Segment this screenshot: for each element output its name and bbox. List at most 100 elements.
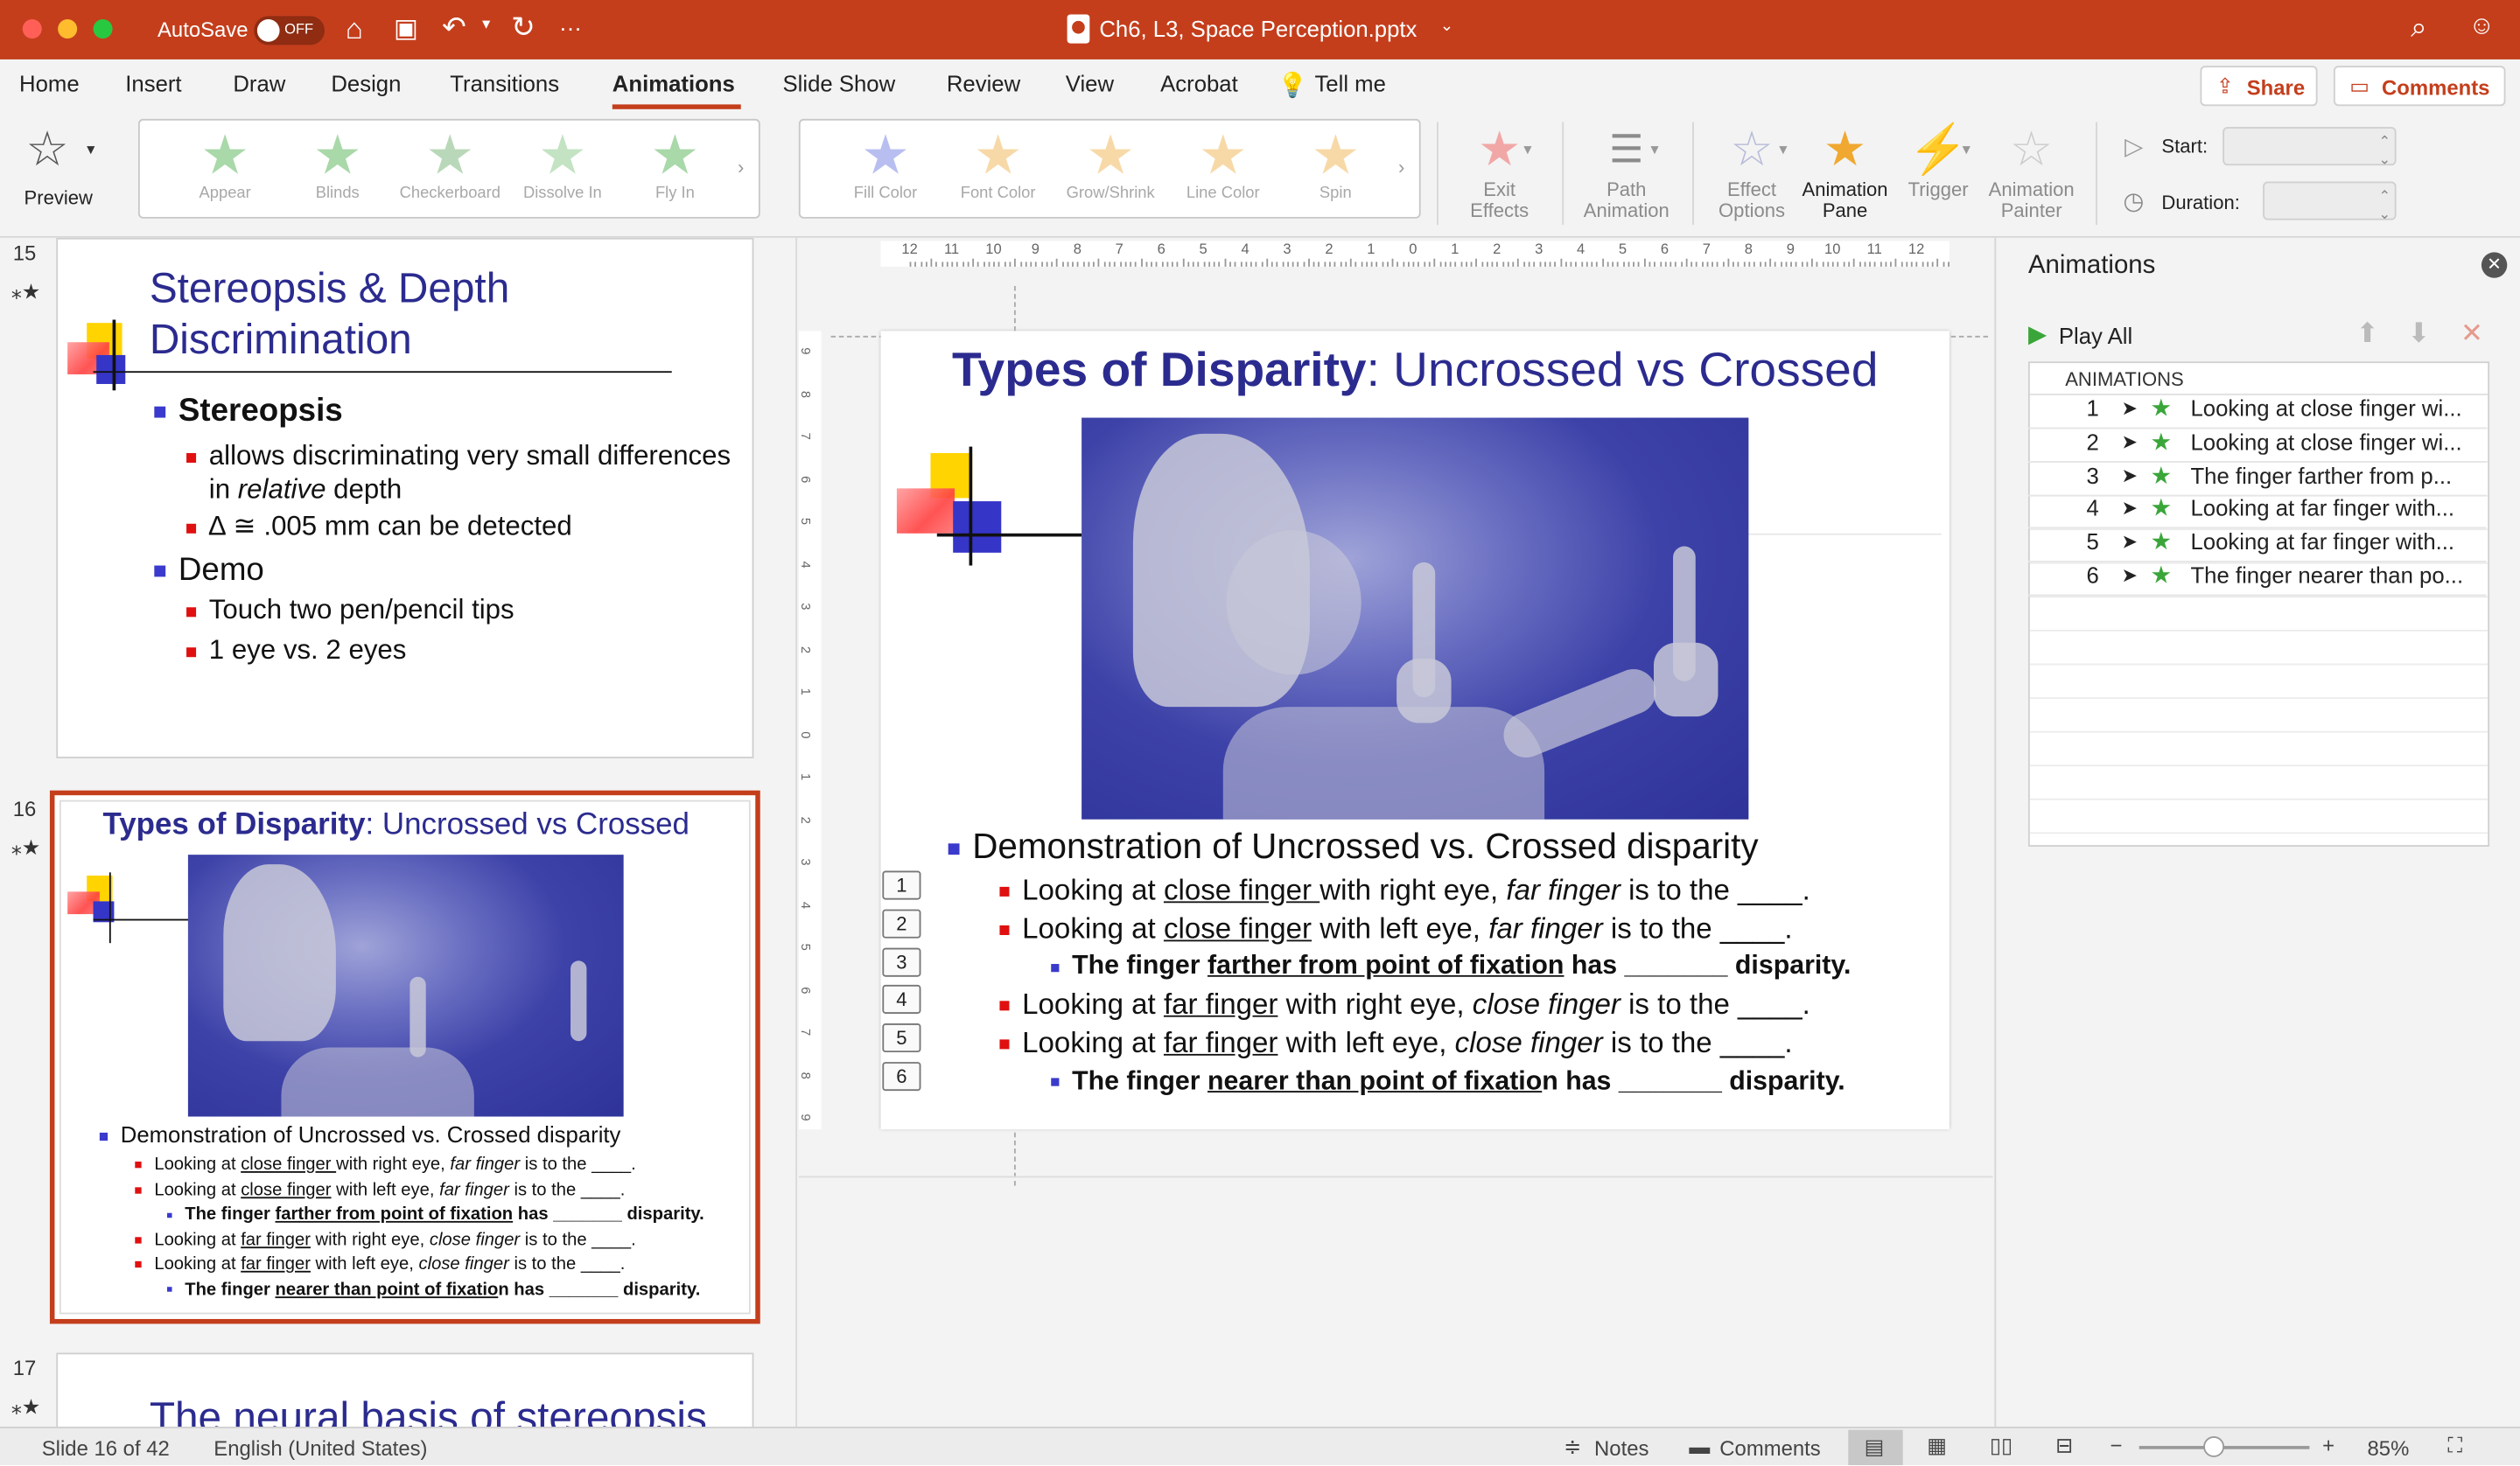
zoom-out-icon[interactable]: − xyxy=(2110,1433,2123,1457)
slide-show-icon[interactable]: ⊟ xyxy=(2055,1433,2073,1458)
path-dropdown-icon[interactable]: ▾ xyxy=(1650,142,1658,159)
animation-painter-button[interactable]: ☆ Animation Painter xyxy=(1984,119,2080,222)
effect-dissolve-in[interactable]: ★ Dissolve In xyxy=(507,121,620,217)
slide-thumbnail-17[interactable]: The neural basis of stereopsis xyxy=(56,1352,754,1428)
animation-tag-3[interactable]: 3 xyxy=(882,947,921,977)
animation-item-5[interactable]: 5 ➤ ★ Looking at far finger with... xyxy=(2027,528,2487,562)
tab-review[interactable]: Review xyxy=(947,71,1020,96)
slide-bullet-5[interactable]: Looking at far finger with left eye, clo… xyxy=(999,1024,1851,1063)
animation-tag-1[interactable]: 1 xyxy=(882,870,921,900)
minimize-window-button[interactable] xyxy=(58,19,78,39)
effect-blinds[interactable]: ★ Blinds xyxy=(281,121,394,217)
start-select[interactable]: ⌃ ⌄ xyxy=(2222,127,2397,168)
tab-transitions[interactable]: Transitions xyxy=(450,71,559,96)
search-icon[interactable]: ⌕ xyxy=(2411,11,2427,45)
slide-bullet-main[interactable]: Demonstration of Uncrossed vs. Crossed d… xyxy=(948,826,1759,868)
home-icon[interactable]: ⌂ xyxy=(346,13,363,47)
zoom-level[interactable]: 85% xyxy=(2368,1436,2410,1461)
effect-fill-color[interactable]: ★ Fill Color xyxy=(830,121,942,217)
slide-title[interactable]: Types of Disparity: Uncrossed vs Crossed xyxy=(881,344,1950,398)
share-button[interactable]: ⇪ Share xyxy=(2200,66,2318,107)
play-all-button[interactable]: Play All xyxy=(2059,323,2132,348)
more-icon[interactable]: ··· xyxy=(559,15,582,40)
zoom-slider[interactable] xyxy=(2138,1436,2310,1457)
slide-photo[interactable] xyxy=(1082,417,1749,820)
normal-view-button[interactable]: ▤ xyxy=(1848,1429,1903,1466)
exit-effects-button[interactable]: ★ Exit Effects xyxy=(1454,119,1544,222)
preview-dropdown-icon[interactable]: ▾ xyxy=(87,142,94,159)
notes-button[interactable]: Notes xyxy=(1594,1436,1648,1461)
animation-item-1[interactable]: 1 ➤ ★ Looking at close finger wi... xyxy=(2027,395,2487,429)
preview-button[interactable]: ☆ ▾ Preview xyxy=(13,119,107,215)
start-stepper-icon[interactable]: ⌃ ⌄ xyxy=(2378,133,2390,168)
animation-tag-2[interactable]: 2 xyxy=(882,909,921,939)
tab-draw[interactable]: Draw xyxy=(233,71,285,96)
animation-item-6[interactable]: 6 ➤ ★ The finger nearer than po... xyxy=(2027,562,2487,597)
reading-view-icon[interactable]: ▯▯ xyxy=(1990,1433,2012,1458)
redo-icon[interactable]: ↻ xyxy=(511,11,536,45)
animation-tag-5[interactable]: 5 xyxy=(882,1023,921,1053)
slide-thumbnail-15[interactable]: Stereopsis & Depth Discrimination Stereop… xyxy=(56,237,754,758)
tab-acrobat[interactable]: Acrobat xyxy=(1160,71,1238,96)
effect-checkerboard[interactable]: ★ Checkerboard xyxy=(394,121,507,217)
title-dropdown-icon[interactable]: ⌄ xyxy=(1440,17,1453,35)
effect-spin[interactable]: ★ Spin xyxy=(1279,121,1392,217)
exit-dropdown-icon[interactable]: ▾ xyxy=(1523,142,1531,159)
remove-icon[interactable]: ✕ xyxy=(2460,318,2483,351)
animation-item-2[interactable]: 2 ➤ ★ Looking at close finger wi... xyxy=(2027,429,2487,463)
preview-star-icon: ☆ xyxy=(25,123,69,178)
effect-appear[interactable]: ★ Appear xyxy=(169,121,282,217)
tab-design[interactable]: Design xyxy=(331,71,401,96)
trigger-button[interactable]: ⚡ Trigger xyxy=(1900,119,1977,201)
tab-slide-show[interactable]: Slide Show xyxy=(782,71,895,96)
slide-bullet-1[interactable]: Looking at close finger with right eye, … xyxy=(999,872,1851,911)
effect-line-color[interactable]: ★ Line Color xyxy=(1166,121,1279,217)
animation-tag-6[interactable]: 6 xyxy=(882,1062,921,1092)
comments-status-button[interactable]: Comments xyxy=(1719,1436,1820,1461)
undo-dropdown-icon[interactable]: ▾ xyxy=(482,16,490,33)
tell-me-field[interactable]: Tell me xyxy=(1314,71,1385,96)
save-icon[interactable]: ▣ xyxy=(394,13,418,45)
tab-home[interactable]: Home xyxy=(19,71,80,96)
autosave-toggle[interactable]: OFF xyxy=(254,16,326,45)
tab-insert[interactable]: Insert xyxy=(125,71,181,96)
slide-thumbnail-16-selected[interactable]: Types of Disparity: Uncrossed vs Crossed… xyxy=(49,790,760,1324)
comments-button[interactable]: ▭ Comments xyxy=(2333,66,2506,107)
effect-grow-shrink[interactable]: ★ Grow/Shrink xyxy=(1054,121,1167,217)
animation-item-4[interactable]: 4 ➤ ★ Looking at far finger with... xyxy=(2027,495,2487,529)
duration-field[interactable]: ⌃ ⌄ xyxy=(2263,181,2397,223)
slide-bullet-3[interactable]: The finger farther from point of fixatio… xyxy=(1051,948,1851,987)
effect-options-button[interactable]: ☆ Effect Options xyxy=(1707,119,1797,222)
zoom-in-icon[interactable]: + xyxy=(2322,1433,2334,1457)
effect-fly-in[interactable]: ★ Fly In xyxy=(619,121,732,217)
tab-animations[interactable]: Animations xyxy=(612,71,735,96)
effect-options-dropdown-icon[interactable]: ▾ xyxy=(1779,142,1787,159)
close-pane-icon[interactable]: ✕ xyxy=(2481,252,2508,278)
trigger-dropdown-icon[interactable]: ▾ xyxy=(1963,142,1970,159)
close-window-button[interactable] xyxy=(22,19,42,39)
account-icon[interactable]: ☺ xyxy=(2468,13,2495,42)
effect-font-color[interactable]: ★ Font Color xyxy=(942,121,1054,217)
move-down-icon[interactable]: ⬇ xyxy=(2407,318,2430,351)
emphasis-next-icon[interactable]: › xyxy=(1398,156,1404,178)
slide-bullet-4[interactable]: Looking at far finger with right eye, cl… xyxy=(999,987,1851,1025)
undo-icon[interactable]: ↶ xyxy=(442,11,466,45)
move-up-icon[interactable]: ⬆ xyxy=(2356,318,2379,351)
slide-sorter-icon[interactable]: ▦ xyxy=(1927,1433,1947,1458)
language-indicator[interactable]: English (United States) xyxy=(214,1436,427,1461)
zoom-slider-thumb[interactable] xyxy=(2203,1436,2225,1457)
animation-item-3[interactable]: 3 ➤ ★ The finger farther from p... xyxy=(2027,463,2487,497)
animation-pane-button[interactable]: ★ Animation Pane xyxy=(1796,119,1893,222)
maximize-window-button[interactable] xyxy=(93,19,113,39)
slide-bullet-2[interactable]: Looking at close finger with left eye, f… xyxy=(999,911,1851,949)
play-all-icon[interactable]: ▶ xyxy=(2028,320,2047,348)
slide-canvas[interactable]: Types of Disparity: Uncrossed vs Crossed… xyxy=(880,331,1950,1130)
path-animation-button[interactable]: ☰ Path Animation xyxy=(1575,119,1678,222)
animation-tag-4[interactable]: 4 xyxy=(882,984,921,1014)
slide-bullet-list[interactable]: Looking at close finger with right eye, … xyxy=(999,872,1851,1100)
slide-bullet-6[interactable]: The finger nearer than point of fixation… xyxy=(1051,1063,1851,1101)
fit-to-window-icon[interactable]: ⛶ xyxy=(2447,1433,2462,1458)
tab-view[interactable]: View xyxy=(1066,71,1114,96)
duration-stepper-icon[interactable]: ⌃ ⌄ xyxy=(2378,188,2390,223)
gallery-next-icon[interactable]: › xyxy=(738,156,744,178)
